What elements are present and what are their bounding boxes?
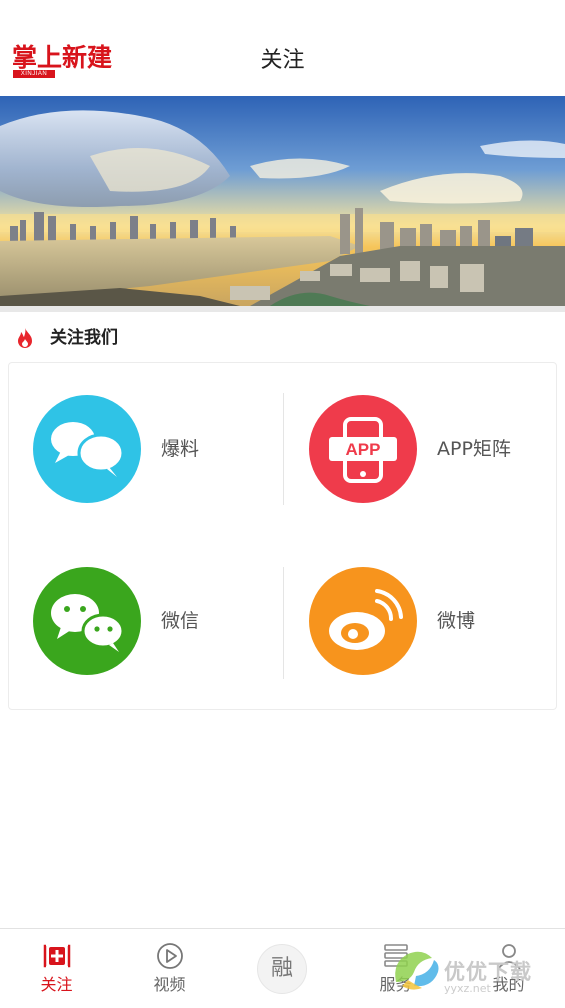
- page-title: 关注: [260, 48, 305, 73]
- app-phone-icon: APP: [309, 395, 417, 503]
- section-title: 关注我们: [50, 328, 118, 348]
- weibo-icon: [309, 567, 417, 675]
- app-header: 掌上新建 XINJIAN 关注: [0, 0, 565, 96]
- watermark-url: yyxz.net: [444, 982, 491, 995]
- tab-video[interactable]: 视频: [113, 929, 226, 1008]
- section-header: 关注我们: [0, 318, 565, 358]
- tile-label: 微信: [161, 610, 200, 632]
- grid-divider: [283, 393, 284, 505]
- tile-baoliao[interactable]: 爆料: [9, 363, 281, 533]
- tile-app-matrix[interactable]: APP APP矩阵: [285, 363, 557, 533]
- tab-follow[interactable]: 关注: [0, 929, 113, 1008]
- follow-grid: 爆料 APP APP矩阵 微信 微博: [8, 362, 557, 710]
- tile-label: 爆料: [161, 438, 200, 460]
- tile-wechat[interactable]: 微信: [9, 535, 281, 705]
- tile-weibo[interactable]: 微博: [285, 535, 557, 705]
- plus-icon: [43, 944, 71, 968]
- wechat-icon: [33, 567, 141, 675]
- tab-label: 关注: [40, 975, 73, 994]
- tab-center[interactable]: 融: [226, 929, 339, 1008]
- chat-bubbles-icon: [33, 395, 141, 503]
- watermark: 优优下载 yyxz.net: [388, 938, 558, 1002]
- tab-label: 视频: [153, 975, 186, 994]
- watermark-logo-icon: [395, 951, 439, 990]
- svg-text:APP: APP: [346, 440, 381, 459]
- grid-divider: [283, 567, 284, 679]
- play-icon: [157, 943, 183, 969]
- fire-icon: [18, 328, 32, 348]
- center-icon: 融: [257, 944, 307, 994]
- banner-divider: [0, 306, 565, 312]
- tile-label: APP矩阵: [437, 438, 511, 460]
- banner-image[interactable]: [0, 96, 565, 306]
- tile-label: 微博: [437, 610, 476, 632]
